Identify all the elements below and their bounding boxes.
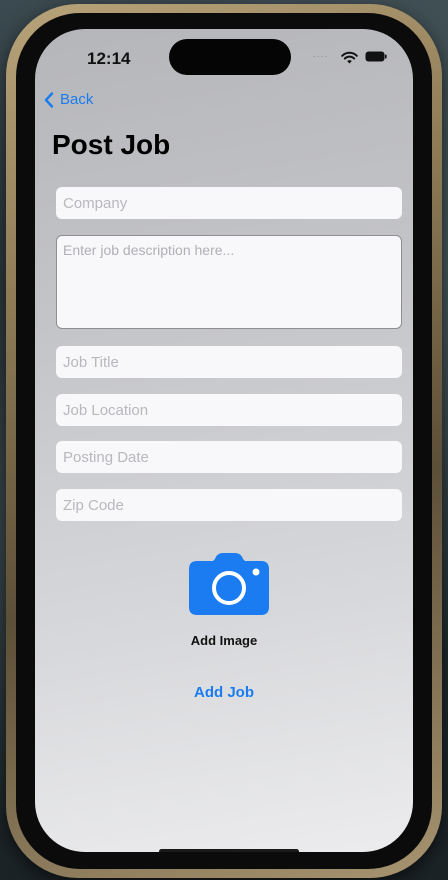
back-button-label: Back <box>60 91 94 108</box>
wifi-icon <box>341 51 358 64</box>
home-indicator[interactable] <box>159 849 299 852</box>
camera-icon[interactable] <box>189 553 269 615</box>
cellular-signal-indicator: .... <box>313 49 329 60</box>
battery-icon <box>365 51 387 62</box>
dynamic-island <box>169 39 291 75</box>
zip-code-field[interactable] <box>56 489 402 521</box>
chevron-left-icon <box>44 91 54 108</box>
back-button[interactable]: Back <box>44 91 93 108</box>
job-title-field[interactable] <box>56 346 402 378</box>
company-field[interactable] <box>56 187 402 219</box>
status-time: 12:14 <box>87 49 131 68</box>
app-screen: 12:14 .... Back Post Job Add Image Add J… <box>35 29 413 852</box>
job-location-field[interactable] <box>56 394 402 426</box>
page-title: Post Job <box>52 129 171 160</box>
posting-date-field[interactable] <box>56 441 402 473</box>
add-job-button[interactable]: Add Job <box>174 684 274 701</box>
add-image-label: Add Image <box>190 633 258 648</box>
job-description-field[interactable] <box>56 235 402 329</box>
